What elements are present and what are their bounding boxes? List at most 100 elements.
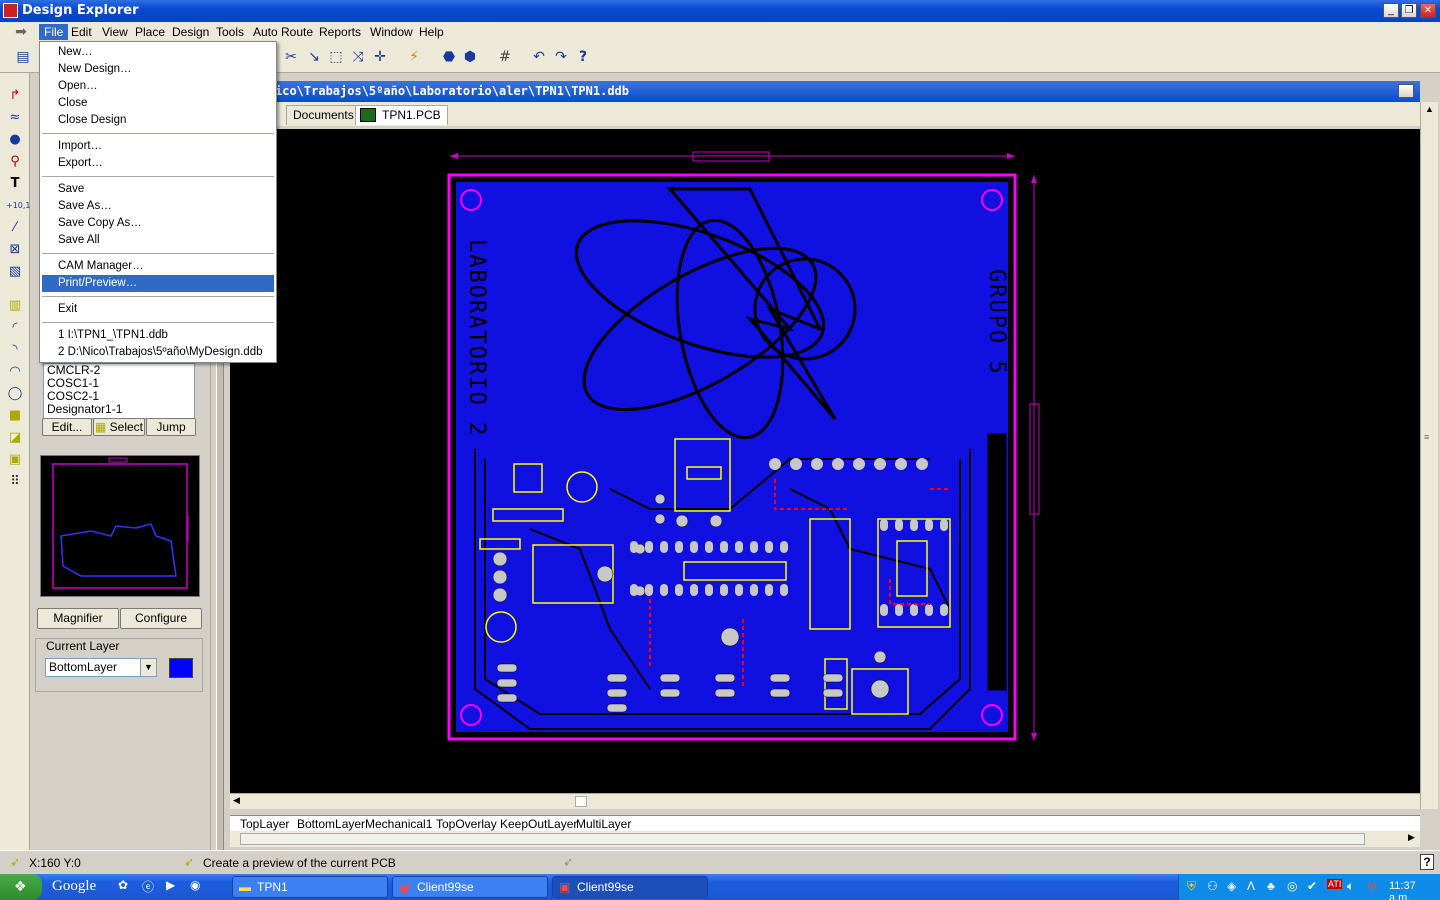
current-layer-select[interactable]: BottomLayer ▼: [45, 658, 157, 677]
context-help-icon[interactable]: ?: [1420, 854, 1434, 870]
menu-help[interactable]: Help: [414, 24, 449, 40]
arc-center-icon[interactable]: ◜: [6, 319, 24, 337]
array-icon[interactable]: ⠿: [6, 473, 24, 491]
layer-scroll-thumb[interactable]: [240, 833, 1365, 845]
antivirus-icon[interactable]: Λ: [1247, 879, 1255, 893]
tray-app-icon[interactable]: ◈: [1227, 879, 1236, 893]
menu-item-cam-manager[interactable]: CAM Manager…: [42, 258, 274, 275]
tab-pcb[interactable]: TPN1.PCB: [355, 105, 448, 125]
menu-window[interactable]: Window: [365, 24, 418, 40]
library-icon[interactable]: ⬢: [461, 48, 479, 66]
menu-auto-route[interactable]: Auto Route: [248, 24, 318, 40]
volume-icon[interactable]: 🔈︎: [1347, 879, 1354, 894]
google-toolbar[interactable]: Google: [52, 878, 96, 895]
help-icon[interactable]: ?: [574, 48, 592, 66]
menu-item-recent-1[interactable]: 1 I:\TPN1_\TPN1.ddb: [42, 327, 274, 344]
layer-tab-mechanical1[interactable]: Mechanical1: [365, 817, 432, 831]
arc-any-icon[interactable]: ◠: [6, 363, 24, 381]
jump-button[interactable]: Jump: [146, 418, 196, 436]
tray-shield2-icon[interactable]: ✔: [1307, 879, 1317, 893]
pcb-canvas[interactable]: LABORATORIO 2 GRUPO 5: [230, 129, 1420, 793]
blocked-icon[interactable]: ⊘: [1367, 879, 1377, 893]
tab-documents[interactable]: Documents: [286, 105, 361, 125]
arrow-select-icon[interactable]: ↘: [305, 48, 323, 66]
dimension-icon[interactable]: ⁄: [6, 219, 24, 237]
ati-icon[interactable]: ATI: [1327, 879, 1343, 889]
component-icon[interactable]: ⬣: [440, 48, 458, 66]
coordinate-icon[interactable]: +10,10: [6, 197, 36, 215]
layer-tab-keepout[interactable]: KeepOutLayer: [500, 817, 577, 831]
polygon-icon[interactable]: ■: [6, 407, 24, 425]
network-icon[interactable]: ⚇: [1207, 879, 1218, 893]
undo-icon[interactable]: ↶: [530, 48, 548, 66]
scroll-thumb[interactable]: ≡: [1424, 432, 1429, 442]
select-area-icon[interactable]: ⬚: [327, 48, 345, 66]
split-plane-icon[interactable]: ◪: [6, 429, 24, 447]
menu-item-close[interactable]: Close: [42, 95, 274, 112]
move-icon[interactable]: ✛: [371, 48, 389, 66]
layer-tabs-scrollbar[interactable]: ▶: [230, 831, 1420, 847]
menu-item-new[interactable]: New…: [42, 44, 274, 61]
menu-item-close-design[interactable]: Close Design: [42, 112, 274, 129]
embedded-board-icon[interactable]: ▣: [6, 451, 24, 469]
messenger-icon[interactable]: ◉: [190, 878, 200, 892]
menu-item-save-copy-as[interactable]: Save Copy As…: [42, 215, 274, 232]
document-minimize-button[interactable]: [1398, 84, 1414, 98]
messenger-tray-icon[interactable]: ♣: [1267, 879, 1275, 893]
configure-button[interactable]: Configure: [120, 608, 202, 629]
magnifier-button[interactable]: Magnifier: [37, 608, 119, 629]
taskbar-button-client99se-1[interactable]: ▣ Client99se: [392, 876, 548, 898]
sys-menu-icon[interactable]: ➡: [12, 23, 30, 41]
move-selection-icon[interactable]: ⤨: [349, 48, 367, 66]
taskbar-button-tpn1[interactable]: ▬ TPN1: [232, 876, 388, 898]
fill-icon[interactable]: ▧: [6, 263, 24, 281]
text-icon[interactable]: T: [6, 175, 24, 193]
menu-tools[interactable]: Tools: [211, 24, 249, 40]
menu-item-save-as[interactable]: Save As…: [42, 198, 274, 215]
layer-tab-bottom[interactable]: BottomLayer: [297, 817, 365, 831]
board-minimap[interactable]: [40, 455, 200, 597]
wand-icon[interactable]: ⚡: [405, 48, 423, 66]
scroll-left-icon[interactable]: ◀: [233, 795, 240, 806]
menu-item-new-design[interactable]: New Design…: [42, 61, 274, 78]
list-item[interactable]: Designator1-1: [44, 403, 194, 416]
tray-util-icon[interactable]: ◎: [1287, 879, 1297, 893]
horizontal-scrollbar[interactable]: ◀: [230, 793, 1420, 809]
pad-icon[interactable]: ●: [6, 131, 24, 149]
menu-item-open[interactable]: Open…: [42, 78, 274, 95]
menu-item-recent-2[interactable]: 2 D:\Nico\Trabajos\5ºaño\MyDesign.ddb: [42, 344, 274, 361]
quicklaunch-icon[interactable]: ✿: [118, 878, 128, 892]
layer-tab-top[interactable]: TopLayer: [240, 817, 289, 831]
room-icon[interactable]: ▥: [6, 297, 24, 315]
maximize-button[interactable]: ❐: [1401, 3, 1417, 18]
scroll-right-icon[interactable]: ▶: [1408, 832, 1415, 843]
via-icon[interactable]: ⚲: [6, 153, 24, 171]
component-list[interactable]: CMCLR-2 COSC1-1 COSC2-1 Designator1-1: [43, 363, 195, 419]
track-icon[interactable]: ↱: [6, 87, 24, 105]
layer-tab-top-overlay[interactable]: TopOverlay: [436, 817, 497, 831]
media-player-icon[interactable]: ▶: [166, 878, 175, 892]
menu-file[interactable]: File: [39, 24, 69, 40]
vertical-scrollbar[interactable]: ▲ ≡: [1420, 102, 1438, 809]
menu-design[interactable]: Design: [167, 24, 214, 40]
minimize-button[interactable]: _: [1383, 3, 1399, 18]
menu-item-import[interactable]: Import…: [42, 138, 274, 155]
menu-item-save-all[interactable]: Save All: [42, 232, 274, 249]
menu-place[interactable]: Place: [130, 24, 170, 40]
menu-item-exit[interactable]: Exit: [42, 301, 274, 318]
edit-button[interactable]: Edit...: [42, 418, 92, 436]
chevron-down-icon[interactable]: ▼: [140, 659, 156, 676]
menu-item-save[interactable]: Save: [42, 181, 274, 198]
menu-reports[interactable]: Reports: [314, 24, 366, 40]
taskbar-button-client99se-2[interactable]: ▣ Client99se: [552, 876, 708, 898]
h-scroll-thumb[interactable]: [575, 796, 587, 807]
redo-icon[interactable]: ↷: [552, 48, 570, 66]
menu-view[interactable]: View: [97, 24, 133, 40]
circle-icon[interactable]: ◯: [6, 385, 24, 403]
menu-item-print-preview[interactable]: Print/Preview…: [42, 275, 274, 292]
close-button[interactable]: ✕: [1420, 3, 1436, 18]
cut-icon[interactable]: ✂: [282, 48, 300, 66]
menu-item-export[interactable]: Export…: [42, 155, 274, 172]
shield-icon[interactable]: ⛨: [1187, 879, 1196, 894]
grid-icon[interactable]: #: [496, 48, 514, 66]
